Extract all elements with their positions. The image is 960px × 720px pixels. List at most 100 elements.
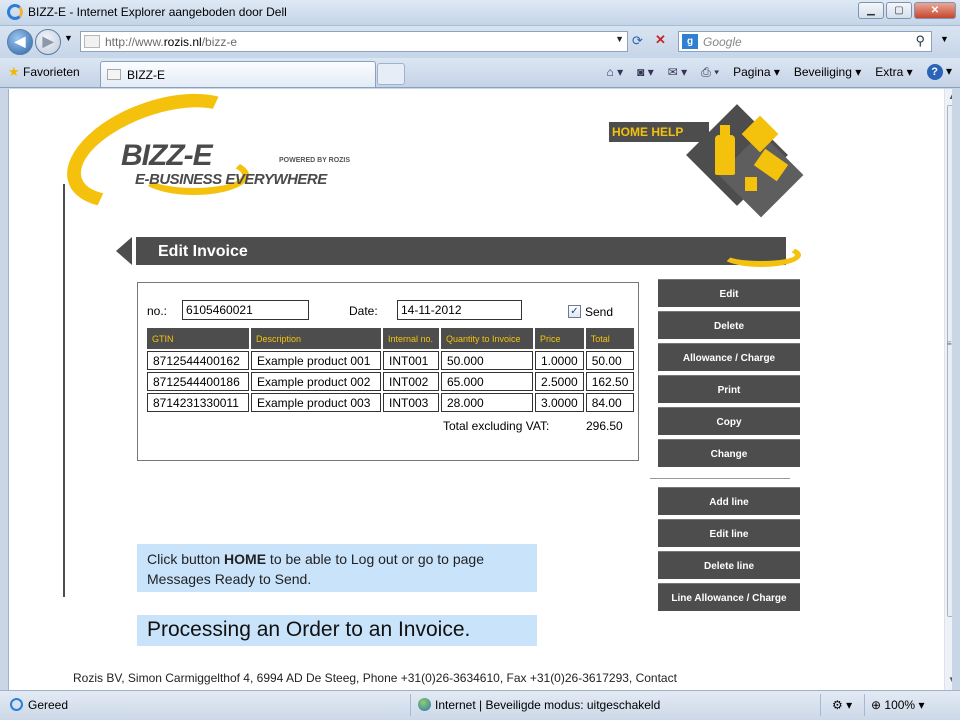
stop-icon[interactable]: ✕	[655, 32, 666, 48]
delete-button[interactable]: Delete	[658, 311, 800, 339]
zoom-level: 100%	[884, 698, 916, 712]
search-options-icon[interactable]: ▼	[940, 34, 949, 44]
back-arrow-icon[interactable]	[116, 237, 132, 265]
table-header-row: GTIN Description Internal no. Quantity t…	[147, 328, 635, 349]
scroll-down-icon[interactable]: ▼	[948, 675, 952, 684]
cell-internal-no: INT003	[383, 393, 439, 412]
extra-menu[interactable]: Extra ▾	[875, 65, 912, 79]
url-domain: rozis.nl	[163, 35, 202, 49]
cell-price: 1.0000	[535, 351, 584, 370]
url-path: /bizz-e	[201, 35, 238, 49]
zoom-control[interactable]: ⊕ 100% ▾	[871, 698, 924, 712]
date-input[interactable]	[397, 300, 522, 320]
cell-gtin: 8712544400162	[147, 351, 249, 370]
url-prefix: http://www.	[105, 35, 164, 49]
left-divider	[63, 184, 65, 597]
bottle-icon	[715, 135, 735, 175]
security-menu[interactable]: Beveiliging ▾	[794, 65, 861, 79]
total-excl-vat-value: 296.50	[586, 419, 623, 433]
bizz-e-logo: BIZZ-E POWERED BY ROZIS E-BUSINESS EVERY…	[51, 89, 369, 231]
table-row[interactable]: 8714231330011 Example product 003 INT003…	[147, 391, 635, 412]
tab-favicon-icon	[107, 69, 121, 80]
total-excl-vat-label: Total excluding VAT:	[443, 419, 550, 433]
tab-label: BIZZ-E	[127, 68, 165, 82]
cell-quantity: 65.000	[441, 372, 533, 391]
edit-button[interactable]: Edit	[658, 279, 800, 307]
help-menu[interactable]: ? ▾	[926, 64, 952, 80]
home-icon[interactable]: ⌂ ▾	[607, 65, 624, 79]
invoice-no-label: no.:	[147, 304, 168, 318]
back-button[interactable]: ◀	[7, 29, 33, 55]
protected-mode-icon[interactable]: ⚙ ▾	[832, 698, 852, 712]
note-text-home: HOME	[224, 551, 267, 567]
logo-powered-by: POWERED BY ROZIS	[279, 157, 351, 164]
search-placeholder: Google	[703, 35, 742, 49]
tab-bizz-e[interactable]: BIZZ-E	[100, 61, 376, 87]
forward-button[interactable]: ▶	[35, 29, 61, 55]
table-row[interactable]: 8712544400162 Example product 001 INT001…	[147, 349, 635, 370]
table-row[interactable]: 8712544400186 Example product 002 INT002…	[147, 370, 635, 391]
page-menu[interactable]: Pagina ▾	[733, 65, 780, 79]
search-field[interactable]: g Google ⚲	[678, 31, 932, 52]
page-status-icon	[10, 698, 23, 711]
window-titlebar: BIZZ-E - Internet Explorer aangeboden do…	[0, 0, 960, 26]
send-label: Send	[585, 305, 614, 319]
new-tab-button[interactable]	[377, 63, 405, 85]
search-icon[interactable]: ⚲	[915, 33, 925, 49]
header-swoosh	[721, 243, 801, 267]
zoom-icon: ⊕	[871, 698, 882, 712]
minimize-button[interactable]: ▁	[858, 2, 884, 19]
line-allowance-charge-button[interactable]: Line Allowance / Charge	[658, 583, 800, 611]
favorites-star-icon: ★	[8, 64, 20, 79]
mail-icon[interactable]: ✉ ▾	[668, 65, 687, 79]
cell-internal-no: INT002	[383, 372, 439, 391]
cell-total: 84.00	[585, 393, 635, 412]
maximize-button[interactable]: ▢	[886, 2, 912, 19]
actions-separator	[650, 478, 790, 479]
refresh-icon[interactable]: ⟳	[632, 33, 643, 49]
cell-price: 3.0000	[535, 393, 584, 412]
copy-button[interactable]: Copy	[658, 407, 800, 435]
instruction-note: Click button HOME to be able to Log out …	[137, 544, 537, 592]
extra-menu-label: Extra	[875, 65, 904, 79]
add-line-button[interactable]: Add line	[658, 487, 800, 515]
col-price: Price	[535, 328, 584, 349]
home-help-link[interactable]: HOME HELP	[609, 122, 709, 142]
cell-description: Example product 002	[251, 372, 381, 391]
url-field[interactable]: http://www.rozis.nl/bizz-e ▼	[80, 31, 628, 52]
small-bottle-icon	[745, 177, 757, 191]
security-menu-label: Beveiliging	[793, 65, 852, 79]
edit-line-button[interactable]: Edit line	[658, 519, 800, 547]
history-dropdown-icon[interactable]: ▼	[64, 33, 73, 43]
scroll-up-icon[interactable]: ▲	[948, 92, 952, 101]
print-button[interactable]: Print	[658, 375, 800, 403]
col-total: Total	[585, 328, 635, 349]
invoice-lines-table: GTIN Description Internal no. Quantity t…	[145, 328, 636, 412]
command-bar: ⌂ ▾ ◙ ▾ ✉ ▾ ⎙ ▾ Pagina ▾ Beveiliging ▾ E…	[607, 64, 952, 80]
cell-total: 162.50	[585, 372, 635, 391]
allowance-charge-button[interactable]: Allowance / Charge	[658, 343, 800, 371]
delete-line-button[interactable]: Delete line	[658, 551, 800, 579]
date-label: Date:	[349, 304, 378, 318]
cell-description: Example product 003	[251, 393, 381, 412]
status-ready: Gereed	[28, 698, 69, 712]
internet-zone-icon	[418, 698, 431, 711]
change-button[interactable]: Change	[658, 439, 800, 467]
close-button[interactable]: ✕	[914, 2, 956, 19]
url-dropdown-icon[interactable]: ▼	[615, 34, 624, 44]
vertical-scrollbar[interactable]: ▲ ≡ ▼	[944, 89, 952, 690]
status-bar: Gereed Internet | Beveiligde modus: uitg…	[0, 690, 960, 720]
page-favicon-icon	[84, 35, 100, 48]
print-icon[interactable]: ⎙ ▾	[701, 65, 719, 80]
tab-bar: ★ Favorieten BIZZ-E ⌂ ▾ ◙ ▾ ✉ ▾ ⎙ ▾ Pagi…	[0, 58, 960, 88]
page-menu-label: Pagina	[733, 65, 771, 79]
send-checkbox[interactable]: ✓	[568, 305, 581, 318]
page-viewport: BIZZ-E POWERED BY ROZIS E-BUSINESS EVERY…	[8, 89, 952, 690]
col-quantity: Quantity to Invoice	[441, 328, 533, 349]
invoice-no-input[interactable]	[182, 300, 309, 320]
feeds-icon[interactable]: ◙ ▾	[637, 65, 654, 79]
favorites-button[interactable]: ★ Favorieten	[8, 64, 80, 80]
scroll-thumb[interactable]	[947, 105, 952, 617]
ie-logo-icon	[7, 4, 23, 20]
status-zone: Internet | Beveiligde modus: uitgeschake…	[435, 698, 661, 712]
